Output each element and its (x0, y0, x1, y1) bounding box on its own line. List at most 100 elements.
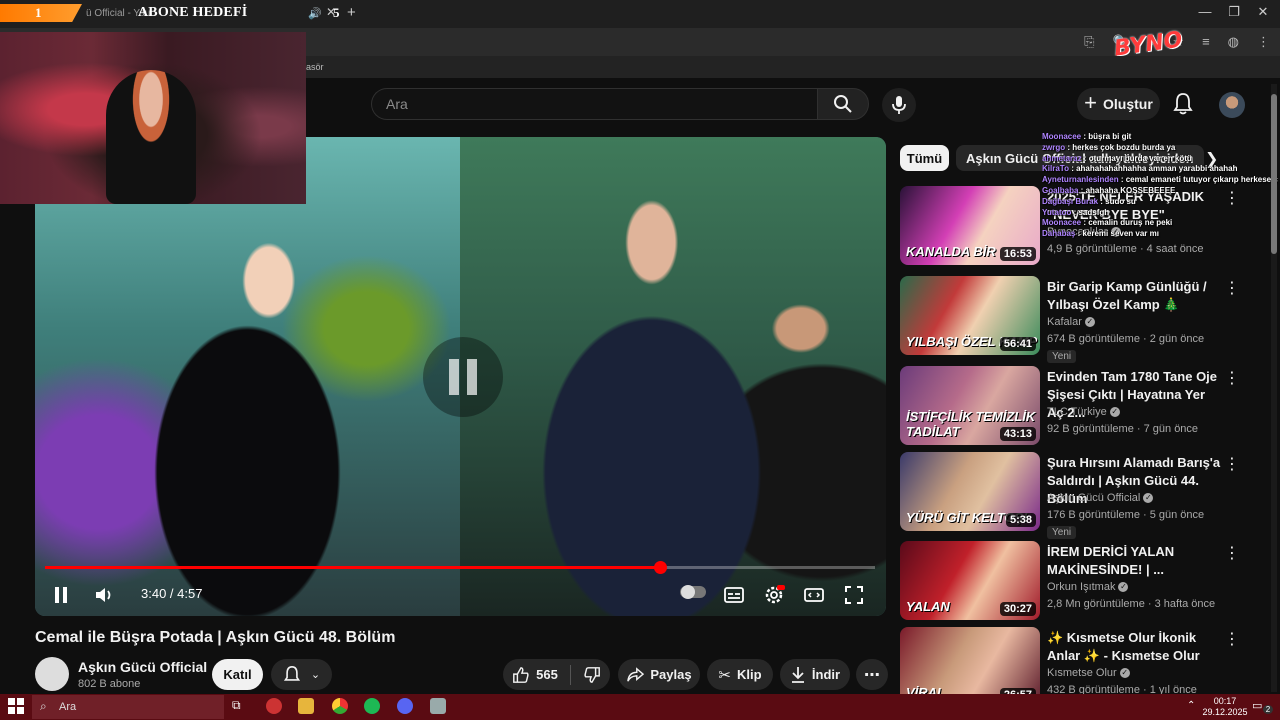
task-view-icon[interactable]: ⧉ (232, 698, 248, 714)
subtitles-icon[interactable] (723, 584, 745, 606)
streamer-figure (106, 70, 196, 204)
chat-username: Yutatoo (1042, 207, 1072, 217)
verified-icon: ✓ (1084, 317, 1095, 328)
fullscreen-icon[interactable] (843, 584, 865, 606)
volume-icon[interactable] (93, 584, 115, 606)
recommendation-channel[interactable]: TLC Türkiye ✓ (1047, 406, 1120, 418)
duration-badge: 5:38 (1005, 513, 1036, 527)
search-input[interactable] (384, 95, 808, 113)
download-icon (791, 666, 804, 683)
join-button[interactable]: Katıl (212, 659, 263, 690)
time-display: 3:40 / 4:57 (141, 586, 203, 601)
spotify-app-icon[interactable] (364, 698, 380, 714)
like-button[interactable]: 565 (512, 666, 558, 684)
tab-audio-icon[interactable]: 🔊 (308, 7, 322, 20)
chat-message: Goalbaba : ahahaha KOŞSEBEEEE (1042, 185, 1176, 195)
center-pause-icon[interactable] (423, 337, 503, 417)
search-box (371, 88, 817, 120)
chat-username: zwrgo (1042, 142, 1066, 152)
goal-start-value: 1 (35, 5, 42, 20)
taskbar-search-icon: ⌕ (40, 699, 47, 713)
kebab-menu-icon[interactable]: ⋮ (1224, 454, 1240, 474)
verified-icon: ✓ (1119, 668, 1130, 679)
chat-text: herkes çok bozdu burda ya (1072, 142, 1176, 152)
share-icon (627, 666, 645, 682)
kebab-menu-icon[interactable]: ⋮ (1224, 543, 1240, 563)
account-avatar[interactable] (1219, 92, 1245, 118)
recommendation-title[interactable]: Bir Garip Kamp Günlüğü / Yılbaşı Özel Ka… (1047, 278, 1222, 314)
new-tab-icon[interactable]: + (347, 4, 356, 21)
chat-text: sudo su (1105, 196, 1136, 206)
kebab-menu-icon[interactable]: ⋮ (1224, 368, 1240, 388)
recommendation-item[interactable]: YÜRÜ GİT KELTOŞ! 5:38 Şura Hırsını Alamadı… (900, 452, 1250, 539)
recommendation-item[interactable]: YILBAŞI ÖZEL KAMP 56:41 Bir Garip Kamp Gün… (900, 276, 1250, 363)
recommendation-channel[interactable]: Kısmetse Olur ✓ (1047, 667, 1130, 679)
scrubber-handle[interactable] (653, 561, 667, 574)
bookmark-folder[interactable]: lasör (304, 62, 324, 72)
notifications-bell-icon[interactable] (1172, 92, 1194, 116)
file-explorer-icon[interactable] (298, 698, 314, 714)
video-thumbnail[interactable]: YÜRÜ GİT KELTOŞ! 5:38 (900, 452, 1040, 531)
recommendation-item[interactable]: İSTİFÇİLİK TEMİZLİK TADİLAT 43:13 Evinden … (900, 366, 1250, 446)
kebab-menu-icon[interactable]: ⋮ (1224, 278, 1240, 298)
close-window-icon[interactable]: ✕ (1248, 4, 1278, 20)
autoplay-toggle[interactable] (680, 585, 706, 599)
recommendation-channel[interactable]: Kafalar ✓ (1047, 316, 1095, 328)
subscription-bell-button[interactable]: ⌄ (271, 659, 332, 690)
channel-avatar[interactable] (35, 657, 69, 691)
video-thumbnail[interactable]: İSTİFÇİLİK TEMİZLİK TADİLAT 43:13 (900, 366, 1040, 445)
recommendation-channel[interactable]: Aşkın Gücü Official ✓ (1047, 492, 1154, 504)
scrollbar-thumb[interactable] (1271, 94, 1277, 254)
theater-mode-icon[interactable] (803, 584, 825, 606)
app-window-icon[interactable] (430, 698, 446, 714)
recommendation-title[interactable]: ✨ Kısmetse Olur İkonik Anlar ✨ - Kısmets… (1047, 629, 1222, 665)
kebab-menu-icon[interactable]: ⋮ (1257, 34, 1270, 50)
recommendation-channel[interactable]: Orkun Işıtmak ✓ (1047, 581, 1129, 593)
new-badge: Yeni (1047, 526, 1077, 539)
download-button[interactable]: İndir (780, 659, 850, 690)
video-thumbnail[interactable]: YILBAŞI ÖZEL KAMP 56:41 (900, 276, 1040, 355)
kebab-menu-icon[interactable]: ⋮ (1224, 629, 1240, 649)
maximize-icon[interactable]: ❐ (1219, 4, 1249, 20)
voice-search-button[interactable] (882, 88, 916, 122)
chat-message: Moonacee : cemalin duruş ne peki (1042, 218, 1173, 228)
chip-all[interactable]: Tümü (900, 145, 949, 171)
subscriber-goal-bar: 1 ABONE HEDEFİ 5 (0, 4, 340, 22)
thumbnail-caption: YALAN (906, 599, 950, 614)
video-thumbnail[interactable]: YALAN 30:27 (900, 541, 1040, 620)
settings-gear-icon[interactable] (763, 584, 785, 606)
goal-end-value: 5 (333, 5, 340, 20)
video-thumbnail[interactable]: KANALDA BİR 16:53 (900, 186, 1040, 265)
clip-button[interactable]: ✂ Klip (707, 659, 773, 690)
pause-icon[interactable] (51, 584, 71, 606)
chat-text: oturmayı burda var en kötü (1088, 153, 1192, 163)
tray-chevron-icon[interactable]: ⌃ (1187, 700, 1195, 711)
chrome-app-icon[interactable] (332, 698, 348, 714)
recommendation-channel-name: Aşkın Gücü Official (1047, 492, 1141, 504)
chat-username: KilraTo (1042, 164, 1069, 174)
extension-icon[interactable]: ◍ (1228, 34, 1239, 50)
video-player[interactable]: 3:40 / 4:57 (35, 137, 886, 616)
share-button[interactable]: Paylaş (618, 659, 700, 690)
discord-app-icon[interactable] (397, 698, 413, 714)
video-title: Cemal ile Büşra Potada | Aşkın Gücü 48. … (35, 629, 396, 646)
channel-name[interactable]: Aşkın Gücü Official (78, 659, 207, 675)
minimize-icon[interactable]: — (1190, 4, 1220, 19)
playlist-icon[interactable]: ≡ (1202, 34, 1210, 50)
recommendation-item[interactable]: YALAN 30:27 İREM DERİCİ YALAN MAKİNESİNDE!… (900, 541, 1250, 621)
chat-message: ahmetaraz : oturmayı burda var en kötü (1042, 153, 1192, 163)
cast-icon[interactable]: ⎘ (1084, 34, 1094, 50)
create-button[interactable]: + Oluştur (1077, 88, 1160, 120)
obs-app-icon[interactable] (266, 698, 282, 714)
scissors-icon: ✂ (718, 666, 731, 684)
search-button[interactable] (817, 88, 869, 120)
notification-center-icon[interactable]: ▭ (1252, 699, 1262, 712)
thumbs-down-icon[interactable] (583, 666, 601, 684)
divider (569, 664, 571, 685)
more-actions-button[interactable]: ⋯ (856, 659, 888, 690)
clock-date: 29.12.2025 (1202, 707, 1248, 717)
chat-message: Dahabaş : keremi seven var mı (1042, 229, 1159, 239)
progress-bar[interactable] (45, 561, 875, 574)
recommendation-title[interactable]: İREM DERİCİ YALAN MAKİNESİNDE! | ... (1047, 543, 1222, 579)
windows-start-icon[interactable] (8, 698, 24, 714)
